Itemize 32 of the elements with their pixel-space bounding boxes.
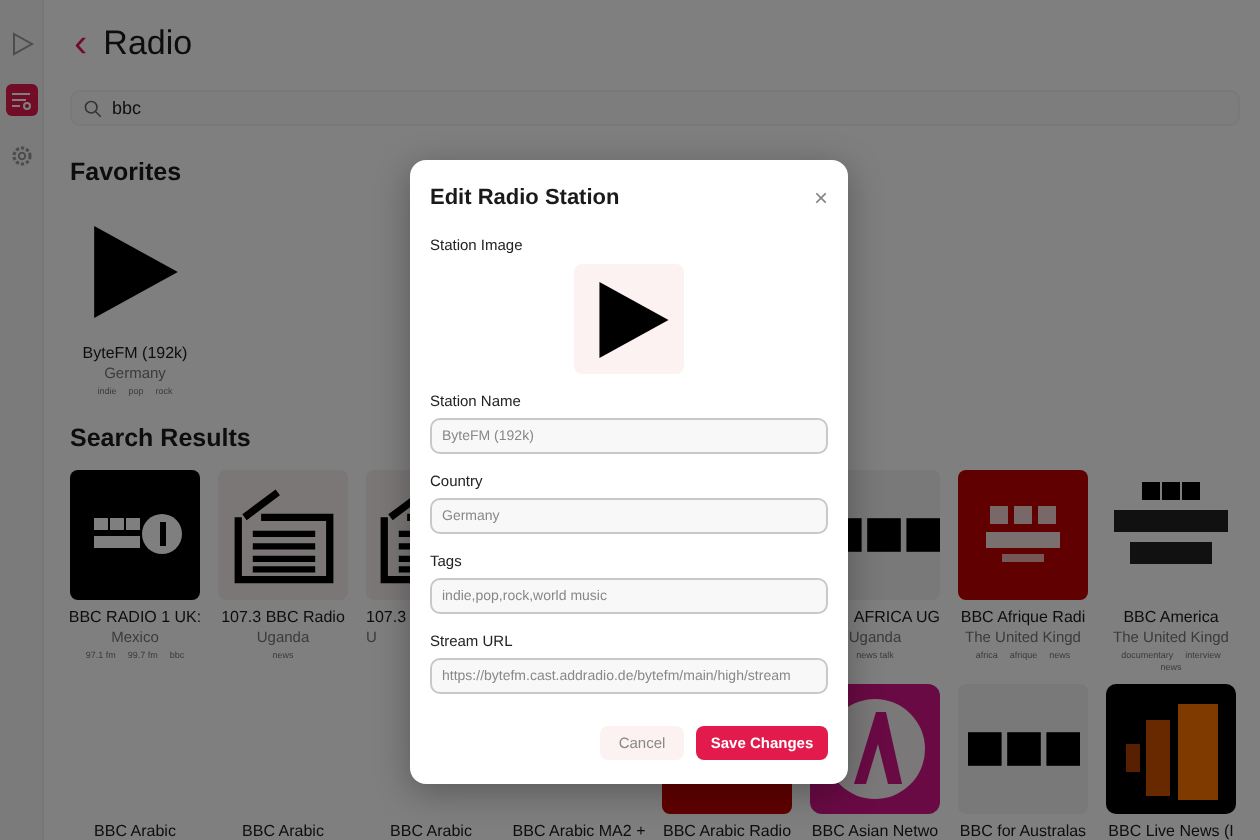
back-button[interactable]: ‹	[74, 24, 88, 64]
station-name[interactable]: BBC Asian Netwo	[811, 822, 939, 840]
station-name[interactable]: ByteFM (192k)	[82, 344, 188, 362]
station-name[interactable]: AFRICA UG	[853, 608, 940, 626]
station-name[interactable]: 107.3	[366, 608, 407, 626]
section-heading: Search Results	[70, 424, 251, 452]
station-name[interactable]: 107.3 BBC Radio	[221, 608, 345, 626]
play-icon	[9, 32, 33, 56]
sidebar-item[interactable]	[5, 84, 37, 116]
station-name[interactable]: BBC Live News (I	[1108, 822, 1234, 840]
dialog-title: Edit Radio Station	[430, 186, 620, 210]
search-field[interactable]: bbc	[70, 90, 1240, 126]
station-name[interactable]: BBC America	[1123, 608, 1219, 626]
squares-icon	[967, 732, 1079, 766]
radio-icon	[231, 487, 335, 583]
play-icon	[597, 281, 669, 357]
station-name[interactable]: BBC for Australas	[959, 822, 1087, 840]
settings-icon	[9, 144, 33, 168]
station-name[interactable]: BBC RADIO 1 UK:	[68, 608, 202, 626]
play-icon	[91, 225, 179, 317]
page-title: Radio	[103, 24, 193, 64]
close-button[interactable]: ×	[813, 186, 828, 210]
station-name[interactable]: BBC Arabic MA2 +	[512, 822, 646, 840]
playlist-icon	[9, 88, 33, 112]
station-name[interactable]: BBC Arabic Radio	[662, 822, 792, 840]
station-name[interactable]: BBC Arabic	[94, 822, 176, 840]
station-name[interactable]: BBC Arabic	[242, 822, 324, 840]
section-heading: Favorites	[70, 158, 182, 186]
search-icon	[84, 99, 102, 117]
station-name[interactable]: BBC Afrique Radi	[960, 608, 1086, 626]
station-image[interactable]	[574, 264, 684, 374]
station-name[interactable]: BBC Arabic	[390, 822, 472, 840]
